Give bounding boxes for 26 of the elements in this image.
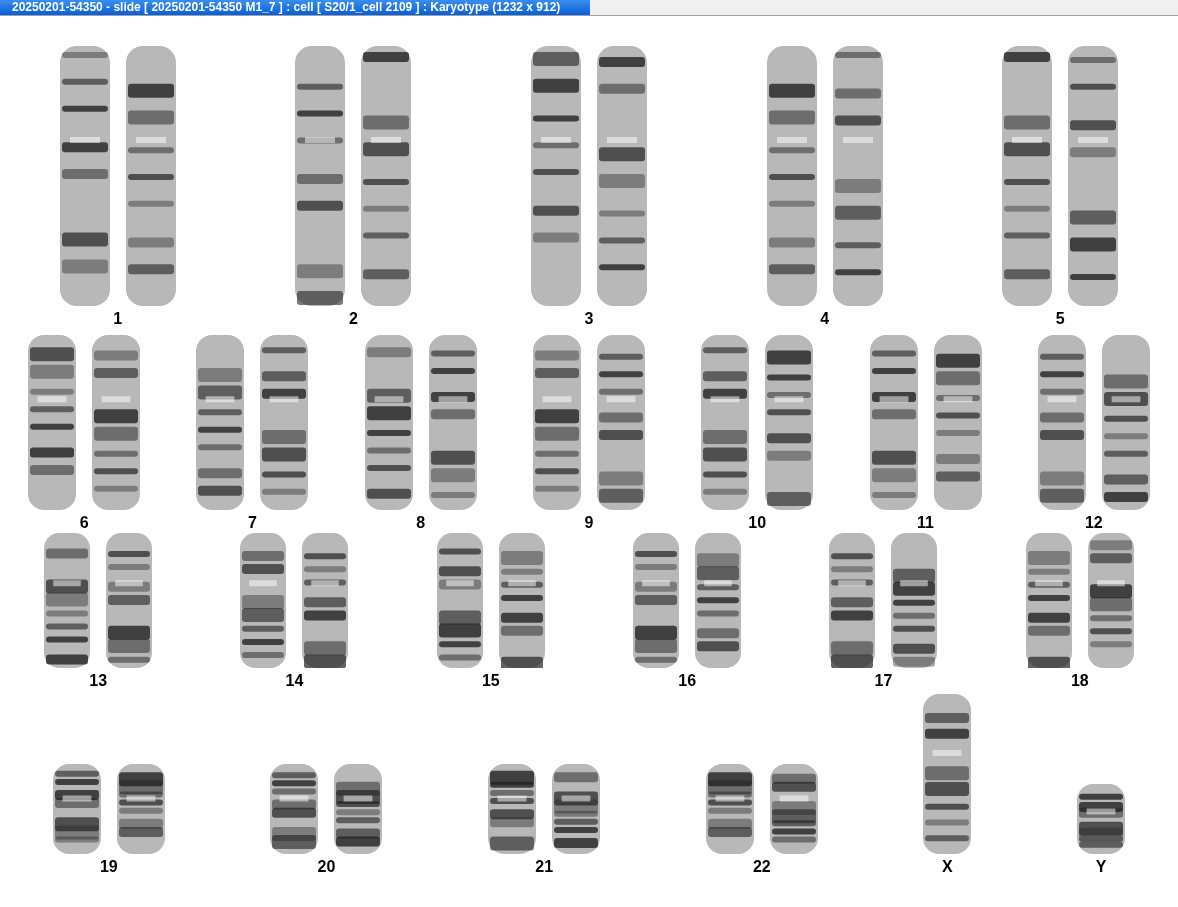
chromosome-number: 20	[317, 858, 336, 876]
chromosome-number: 5	[1055, 310, 1065, 328]
chromosome-number: 19	[99, 858, 118, 876]
chromosome-number: 21	[535, 858, 554, 876]
chromosome-number: 2	[348, 310, 358, 328]
chromosome-drawing	[1077, 784, 1126, 854]
chromosome-number: 15	[481, 672, 500, 690]
chromosome-number: Y	[1095, 858, 1107, 876]
window-title: 20250201-54350 - slide [ 20250201-54350 M1_7 ] : cell [ S20/1_cell 2109 ] : Karyotype (1232 x 912)	[0, 0, 590, 15]
chromosome-number: 1	[113, 310, 123, 328]
chromosome-number: 9	[584, 514, 594, 532]
chromosome-number: 22	[752, 858, 771, 876]
chromosome-number: 12	[1084, 514, 1103, 532]
chromosome-number: 10	[748, 514, 767, 532]
chromosome-number: 18	[1070, 672, 1089, 690]
chromosome-number: 13	[89, 672, 108, 690]
chromosome-number: 17	[874, 672, 893, 690]
chromosome-number: 4	[820, 310, 830, 328]
chromosome-number: 16	[678, 672, 697, 690]
chromosome-number: X	[942, 858, 953, 876]
chromosome-number: 11	[917, 514, 934, 532]
chromosome-number: 3	[584, 310, 594, 328]
chromosome-number: 14	[285, 672, 304, 690]
chromosome-number: 6	[79, 514, 89, 532]
chromosome-number: 7	[247, 514, 257, 532]
chromosome-number: 8	[416, 514, 426, 532]
